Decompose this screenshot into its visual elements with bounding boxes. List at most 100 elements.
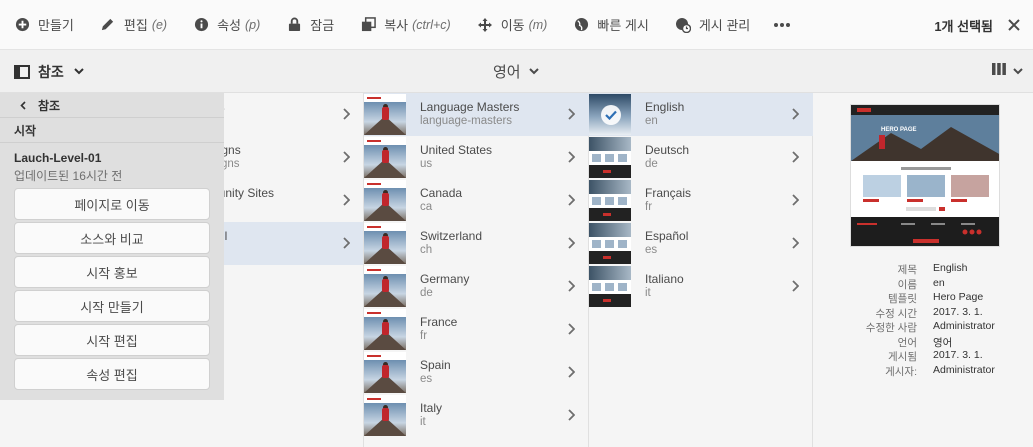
action-copy[interactable]: 복사 (ctrl+c) bbox=[348, 0, 462, 50]
rail-button-3[interactable]: 시작 만들기 bbox=[14, 290, 210, 322]
rail-toggle[interactable]: 참조 bbox=[14, 50, 84, 93]
column-row[interactable]: Switzerland ch bbox=[364, 222, 589, 265]
row-title: Language Masters bbox=[420, 100, 520, 114]
action-plus-circle[interactable]: 만들기 bbox=[2, 0, 86, 50]
page-thumbnail bbox=[364, 180, 406, 221]
chevron-right-icon[interactable] bbox=[568, 408, 576, 426]
action-pencil[interactable]: 편집 (e) bbox=[88, 0, 179, 50]
chevron-right-icon[interactable] bbox=[343, 236, 351, 254]
column-row[interactable]: United States us bbox=[364, 136, 589, 179]
globe-clock-icon bbox=[675, 17, 691, 33]
row-name: de bbox=[420, 287, 433, 299]
column-row[interactable]: tailail bbox=[224, 222, 363, 265]
chevron-down-icon bbox=[1013, 68, 1023, 75]
meta-value: Administrator bbox=[933, 320, 995, 332]
chevron-right-icon[interactable] bbox=[792, 150, 800, 168]
meta-key: 언어 bbox=[897, 336, 917, 349]
column-row[interactable]: Canada ca bbox=[364, 179, 589, 222]
meta-value: 영어 bbox=[933, 336, 953, 349]
chevron-right-icon[interactable] bbox=[792, 107, 800, 125]
meta-value: Administrator bbox=[933, 363, 995, 376]
rail-button-5[interactable]: 속성 편집 bbox=[14, 358, 210, 390]
rail-back[interactable]: 참조 bbox=[0, 93, 224, 117]
chevron-right-icon[interactable] bbox=[343, 150, 351, 168]
action-label: 만들기 bbox=[38, 18, 74, 33]
chevron-right-icon[interactable] bbox=[792, 279, 800, 297]
action-label: 편집 bbox=[123, 18, 148, 33]
column-row[interactable]: Italy it bbox=[364, 394, 589, 437]
meta-row: 이름 en bbox=[813, 277, 1033, 291]
row-title: Germany bbox=[420, 272, 470, 286]
row-title: ns bbox=[224, 100, 225, 114]
row-title: Spain bbox=[420, 358, 451, 372]
column-row[interactable]: France fr bbox=[364, 308, 589, 351]
shortcut-hint: (ctrl+c) bbox=[412, 17, 451, 32]
column-row[interactable]: Spain es bbox=[364, 351, 589, 394]
column-row[interactable]: nunity Sites bbox=[224, 179, 363, 222]
page-thumbnail bbox=[589, 180, 631, 221]
column-row[interactable]: Germany de bbox=[364, 265, 589, 308]
secondary-toolbar: 참조 영어 bbox=[0, 50, 1033, 93]
chevron-right-icon[interactable] bbox=[568, 193, 576, 211]
action-lock[interactable]: 잠금 bbox=[274, 0, 346, 50]
rail-button-4[interactable]: 시작 편집 bbox=[14, 324, 210, 356]
action-globe[interactable]: 빠른 게시 bbox=[561, 0, 660, 50]
action-globe-clock[interactable]: 게시 관리 bbox=[663, 0, 762, 50]
rail-button-1[interactable]: 소스와 비교 bbox=[14, 222, 210, 254]
action-label: 잠금 bbox=[310, 18, 335, 33]
chevron-right-icon[interactable] bbox=[343, 193, 351, 211]
row-title: Italy bbox=[420, 401, 443, 415]
meta-key: 게시됨 bbox=[888, 351, 917, 363]
meta-row: 템플릿 Hero Page bbox=[813, 291, 1033, 305]
column-sites: nssaignsaignsnunity Sitestailail bbox=[224, 93, 364, 447]
page-thumbnail bbox=[589, 223, 631, 264]
language-selector[interactable]: 영어 bbox=[493, 50, 539, 93]
page-thumbnail bbox=[364, 352, 406, 393]
rail-button-0[interactable]: 페이지로 이동 bbox=[14, 188, 210, 220]
chevron-right-icon[interactable] bbox=[568, 150, 576, 168]
chevron-right-icon[interactable] bbox=[568, 107, 576, 125]
chevron-right-icon[interactable] bbox=[568, 322, 576, 340]
column-row[interactable]: Italiano it bbox=[589, 265, 813, 308]
meta-value: Hero Page bbox=[933, 291, 984, 303]
meta-value: English bbox=[933, 262, 968, 274]
view-switcher[interactable] bbox=[991, 50, 1023, 93]
column-row[interactable]: English en bbox=[589, 93, 813, 136]
ellipsis-icon[interactable] bbox=[762, 0, 802, 50]
copy-icon bbox=[360, 17, 376, 33]
checkmark-icon[interactable] bbox=[601, 105, 621, 125]
column-row[interactable]: aignsaigns bbox=[224, 136, 363, 179]
row-name: aigns bbox=[224, 158, 240, 170]
lock-icon bbox=[286, 17, 302, 33]
row-title: Français bbox=[645, 186, 692, 200]
column-row[interactable]: nss bbox=[224, 93, 363, 136]
meta-key: 수정 시간 bbox=[875, 307, 917, 320]
chevron-right-icon[interactable] bbox=[792, 236, 800, 254]
row-title: United States bbox=[420, 143, 493, 157]
chevron-right-icon[interactable] bbox=[792, 193, 800, 211]
meta-row: 언어 영어 bbox=[813, 335, 1033, 349]
column-view-icon bbox=[991, 62, 1007, 81]
chevron-down-icon bbox=[528, 68, 539, 75]
row-title: aigns bbox=[224, 143, 241, 157]
action-info[interactable]: 속성 (p) bbox=[181, 0, 272, 50]
meta-panel: HERO PAGE 제목 English 이름 en 템플릿 Hero Page 수정 시간… bbox=[813, 93, 1033, 447]
row-name: it bbox=[420, 416, 426, 428]
chevron-right-icon[interactable] bbox=[568, 279, 576, 297]
row-title: tail bbox=[224, 229, 228, 243]
column-row[interactable]: Español es bbox=[589, 222, 813, 265]
action-move[interactable]: 이동 (m) bbox=[465, 0, 560, 50]
chevron-right-icon[interactable] bbox=[568, 236, 576, 254]
column-languages: English en Deutsch de Français fr Español es Ita… bbox=[589, 93, 813, 447]
column-row[interactable]: Deutsch de bbox=[589, 136, 813, 179]
chevron-right-icon[interactable] bbox=[568, 365, 576, 383]
row-title: nunity Sites bbox=[224, 186, 275, 200]
column-row[interactable]: Français fr bbox=[589, 179, 813, 222]
close-icon[interactable] bbox=[1005, 16, 1023, 34]
meta-row: 수정한 사람 Administrator bbox=[813, 320, 1033, 334]
meta-key: 템플릿 bbox=[888, 293, 917, 305]
column-row[interactable]: Language Masters language-masters bbox=[364, 93, 589, 136]
chevron-right-icon[interactable] bbox=[343, 107, 351, 125]
move-icon bbox=[477, 17, 493, 33]
rail-button-2[interactable]: 시작 홍보 bbox=[14, 256, 210, 288]
